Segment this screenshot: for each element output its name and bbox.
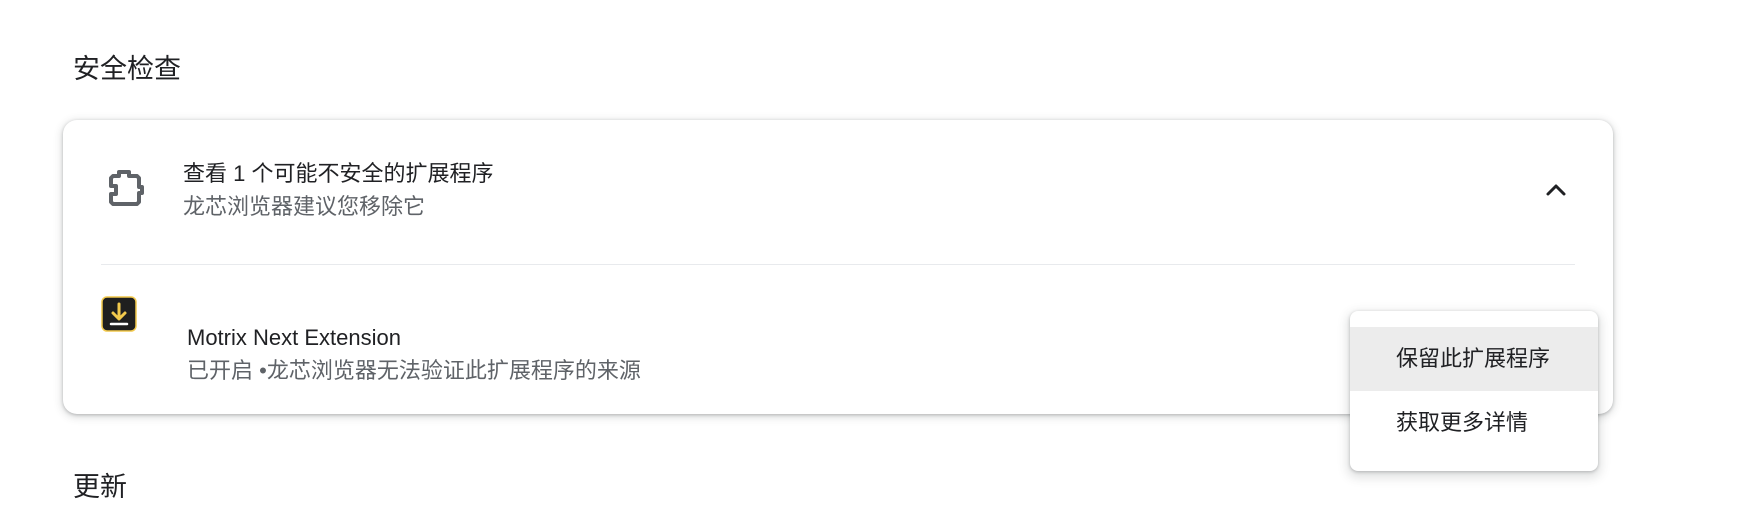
extension-text: Motrix Next Extension 已开启 •龙芯浏览器无法验证此扩展程… xyxy=(187,322,641,388)
menu-item-keep-extension[interactable]: 保留此扩展程序 xyxy=(1350,327,1598,391)
unsafe-extensions-subtitle: 龙芯浏览器建议您移除它 xyxy=(183,194,426,219)
extension-action-menu: 保留此扩展程序 获取更多详情 xyxy=(1350,311,1598,471)
menu-item-more-details[interactable]: 获取更多详情 xyxy=(1350,391,1598,455)
settings-page: 安全检查 查看 1 个可能不安全的扩展程序 龙芯浏览器建议您移除它 Motrix xyxy=(0,0,1752,510)
updates-heading: 更新 xyxy=(73,472,127,502)
puzzle-piece-icon xyxy=(109,170,144,206)
unsafe-extensions-title: 查看 1 个可能不安全的扩展程序 xyxy=(183,161,494,186)
unsafe-extensions-header[interactable]: 查看 1 个可能不安全的扩展程序 龙芯浏览器建议您移除它 xyxy=(63,120,1613,264)
safety-check-heading: 安全检查 xyxy=(73,54,181,84)
chevron-up-icon[interactable] xyxy=(1540,174,1572,206)
unsafe-extensions-text: 查看 1 个可能不安全的扩展程序 龙芯浏览器建议您移除它 xyxy=(183,158,493,224)
extension-name: Motrix Next Extension xyxy=(187,325,401,350)
download-arrow-icon xyxy=(101,296,137,332)
extension-status: 已开启 •龙芯浏览器无法验证此扩展程序的来源 xyxy=(187,358,641,383)
